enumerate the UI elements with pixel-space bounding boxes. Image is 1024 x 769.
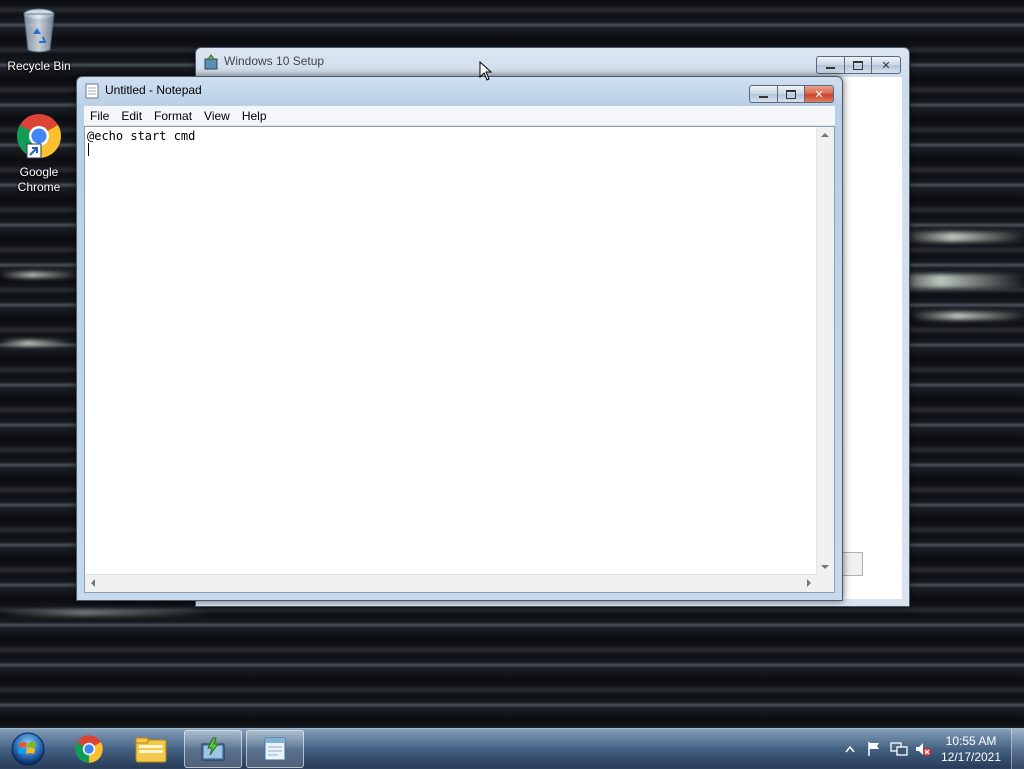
scroll-down-arrow-icon[interactable]	[821, 565, 829, 573]
minimize-button[interactable]	[749, 85, 777, 103]
desktop-icon-google-chrome[interactable]: Google Chrome	[3, 112, 75, 195]
clock-date: 12/17/2021	[940, 750, 1002, 764]
notepad-icon	[85, 83, 99, 99]
desktop-icon-recycle-bin[interactable]: Recycle Bin	[3, 6, 75, 74]
minimize-icon	[759, 96, 768, 98]
wallpaper-streak	[0, 340, 70, 346]
vertical-scrollbar[interactable]	[816, 127, 834, 575]
clock-time: 10:55 AM	[945, 734, 997, 748]
text-editor[interactable]: @echo start cmd	[84, 126, 835, 593]
chrome-icon	[75, 735, 103, 763]
taskbar: 10:55 AM 12/17/2021	[0, 728, 1024, 769]
maximize-button[interactable]	[777, 85, 804, 103]
maximize-icon	[853, 60, 863, 70]
desktop: Recycle Bin Google Chrome Windows 10 Set…	[0, 0, 1024, 768]
chrome-icon	[17, 114, 61, 159]
show-hidden-icons-icon[interactable]	[845, 745, 855, 753]
close-icon: ✕	[881, 58, 891, 72]
start-button[interactable]	[2, 730, 54, 768]
desktop-icon-label: Google Chrome	[17, 165, 61, 194]
taskbar-chrome-button[interactable]	[60, 730, 118, 768]
taskbar-setup-button[interactable]	[184, 730, 242, 768]
show-desktop-button[interactable]	[1011, 729, 1024, 769]
menu-file[interactable]: File	[84, 109, 115, 123]
menu-help[interactable]: Help	[236, 109, 273, 123]
minimize-icon	[826, 67, 835, 69]
maximize-icon	[786, 89, 796, 99]
window-title: Untitled - Notepad	[105, 83, 202, 97]
wallpaper-streak	[0, 272, 80, 278]
desktop-icon-label: Recycle Bin	[7, 59, 71, 73]
network-icon[interactable]	[890, 741, 908, 757]
menu-format[interactable]: Format	[148, 109, 198, 123]
taskbar-notepad-button[interactable]	[246, 730, 304, 768]
menu-bar: File Edit Format View Help	[84, 106, 835, 126]
windows-setup-icon	[204, 54, 218, 70]
windows-start-orb-icon	[11, 732, 45, 766]
menu-edit[interactable]: Edit	[115, 109, 148, 123]
notepad-caption-buttons: ✕	[749, 85, 834, 103]
menu-view[interactable]: View	[198, 109, 236, 123]
file-explorer-icon	[135, 737, 167, 763]
notepad-titlebar[interactable]: Untitled - Notepad ✕	[77, 77, 842, 105]
system-clock[interactable]: 10:55 AM 12/17/2021	[936, 733, 1006, 765]
maximize-button[interactable]	[844, 56, 871, 74]
notepad-icon	[264, 737, 286, 761]
editor-content: @echo start cmd	[87, 129, 196, 143]
recycle-bin-icon	[23, 8, 55, 53]
close-icon: ✕	[814, 87, 824, 101]
wallpaper-streak	[0, 610, 210, 616]
close-button[interactable]: ✕	[871, 56, 901, 74]
taskbar-explorer-button[interactable]	[122, 730, 180, 768]
minimize-button[interactable]	[816, 56, 844, 74]
scroll-right-arrow-icon[interactable]	[807, 579, 815, 587]
wallpaper-streak	[900, 232, 1024, 242]
notepad-window[interactable]: Untitled - Notepad ✕ File Edit Format Vi…	[76, 76, 843, 601]
scroll-up-arrow-icon[interactable]	[821, 129, 829, 137]
action-center-flag-icon[interactable]	[866, 741, 882, 757]
text-caret	[88, 143, 89, 156]
horizontal-scrollbar[interactable]	[85, 574, 817, 592]
close-button[interactable]: ✕	[804, 85, 834, 103]
setup-titlebar[interactable]: Windows 10 Setup ✕	[196, 48, 909, 76]
size-grip[interactable]	[817, 575, 834, 592]
volume-muted-icon[interactable]	[914, 741, 932, 757]
setup-caption-buttons: ✕	[816, 56, 901, 74]
window-title: Windows 10 Setup	[224, 54, 325, 68]
scroll-left-arrow-icon[interactable]	[87, 579, 95, 587]
windows-setup-icon	[201, 737, 225, 761]
mouse-pointer-icon	[479, 61, 493, 81]
wallpaper-streak	[910, 312, 1024, 320]
